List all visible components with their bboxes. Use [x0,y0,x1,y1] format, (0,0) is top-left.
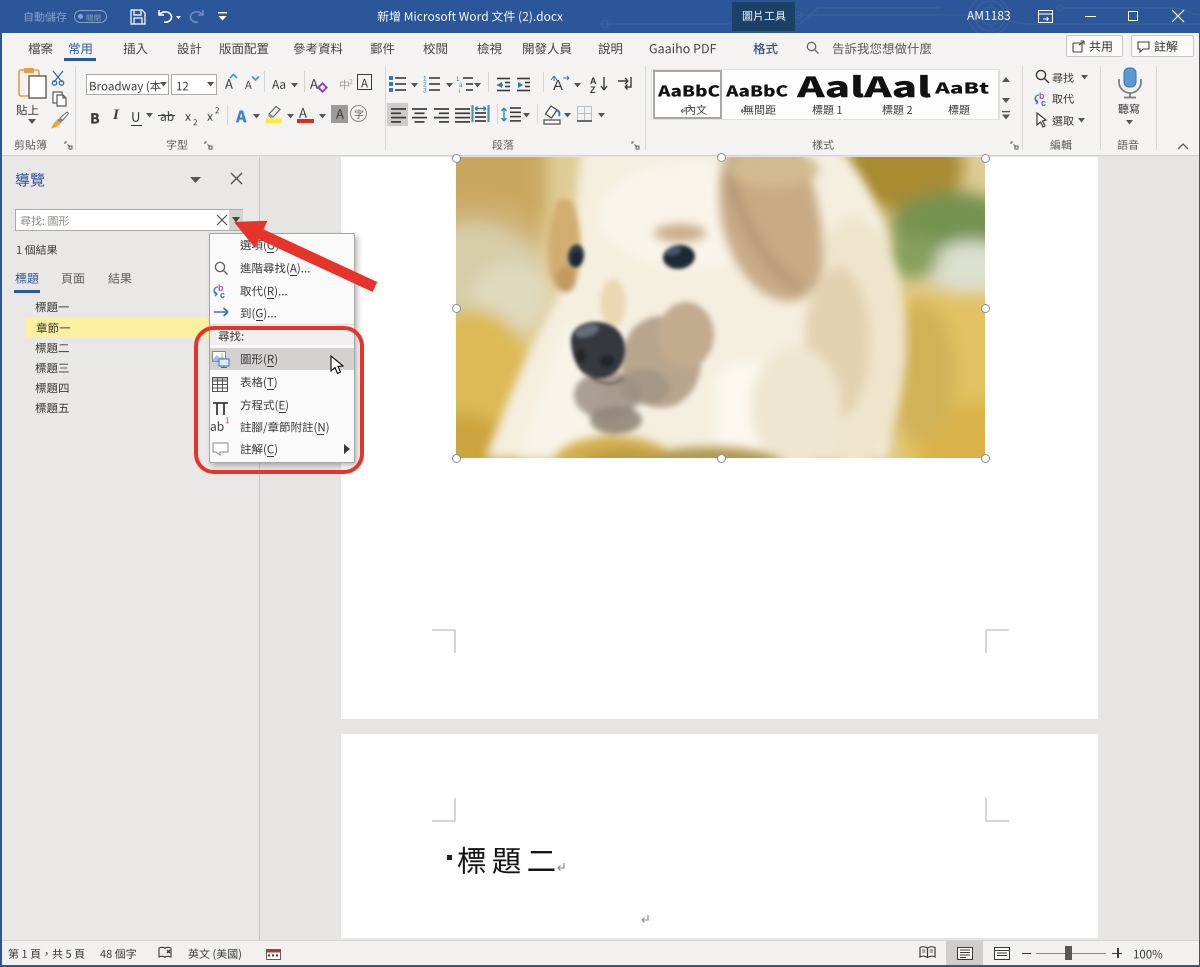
svg-text:A: A [553,77,563,94]
svg-text:c: c [1041,98,1046,107]
svg-text:Z: Z [590,85,596,94]
svg-text:3: 3 [423,88,427,94]
svg-text:i: i [459,89,460,93]
svg-text:c: c [220,290,225,299]
